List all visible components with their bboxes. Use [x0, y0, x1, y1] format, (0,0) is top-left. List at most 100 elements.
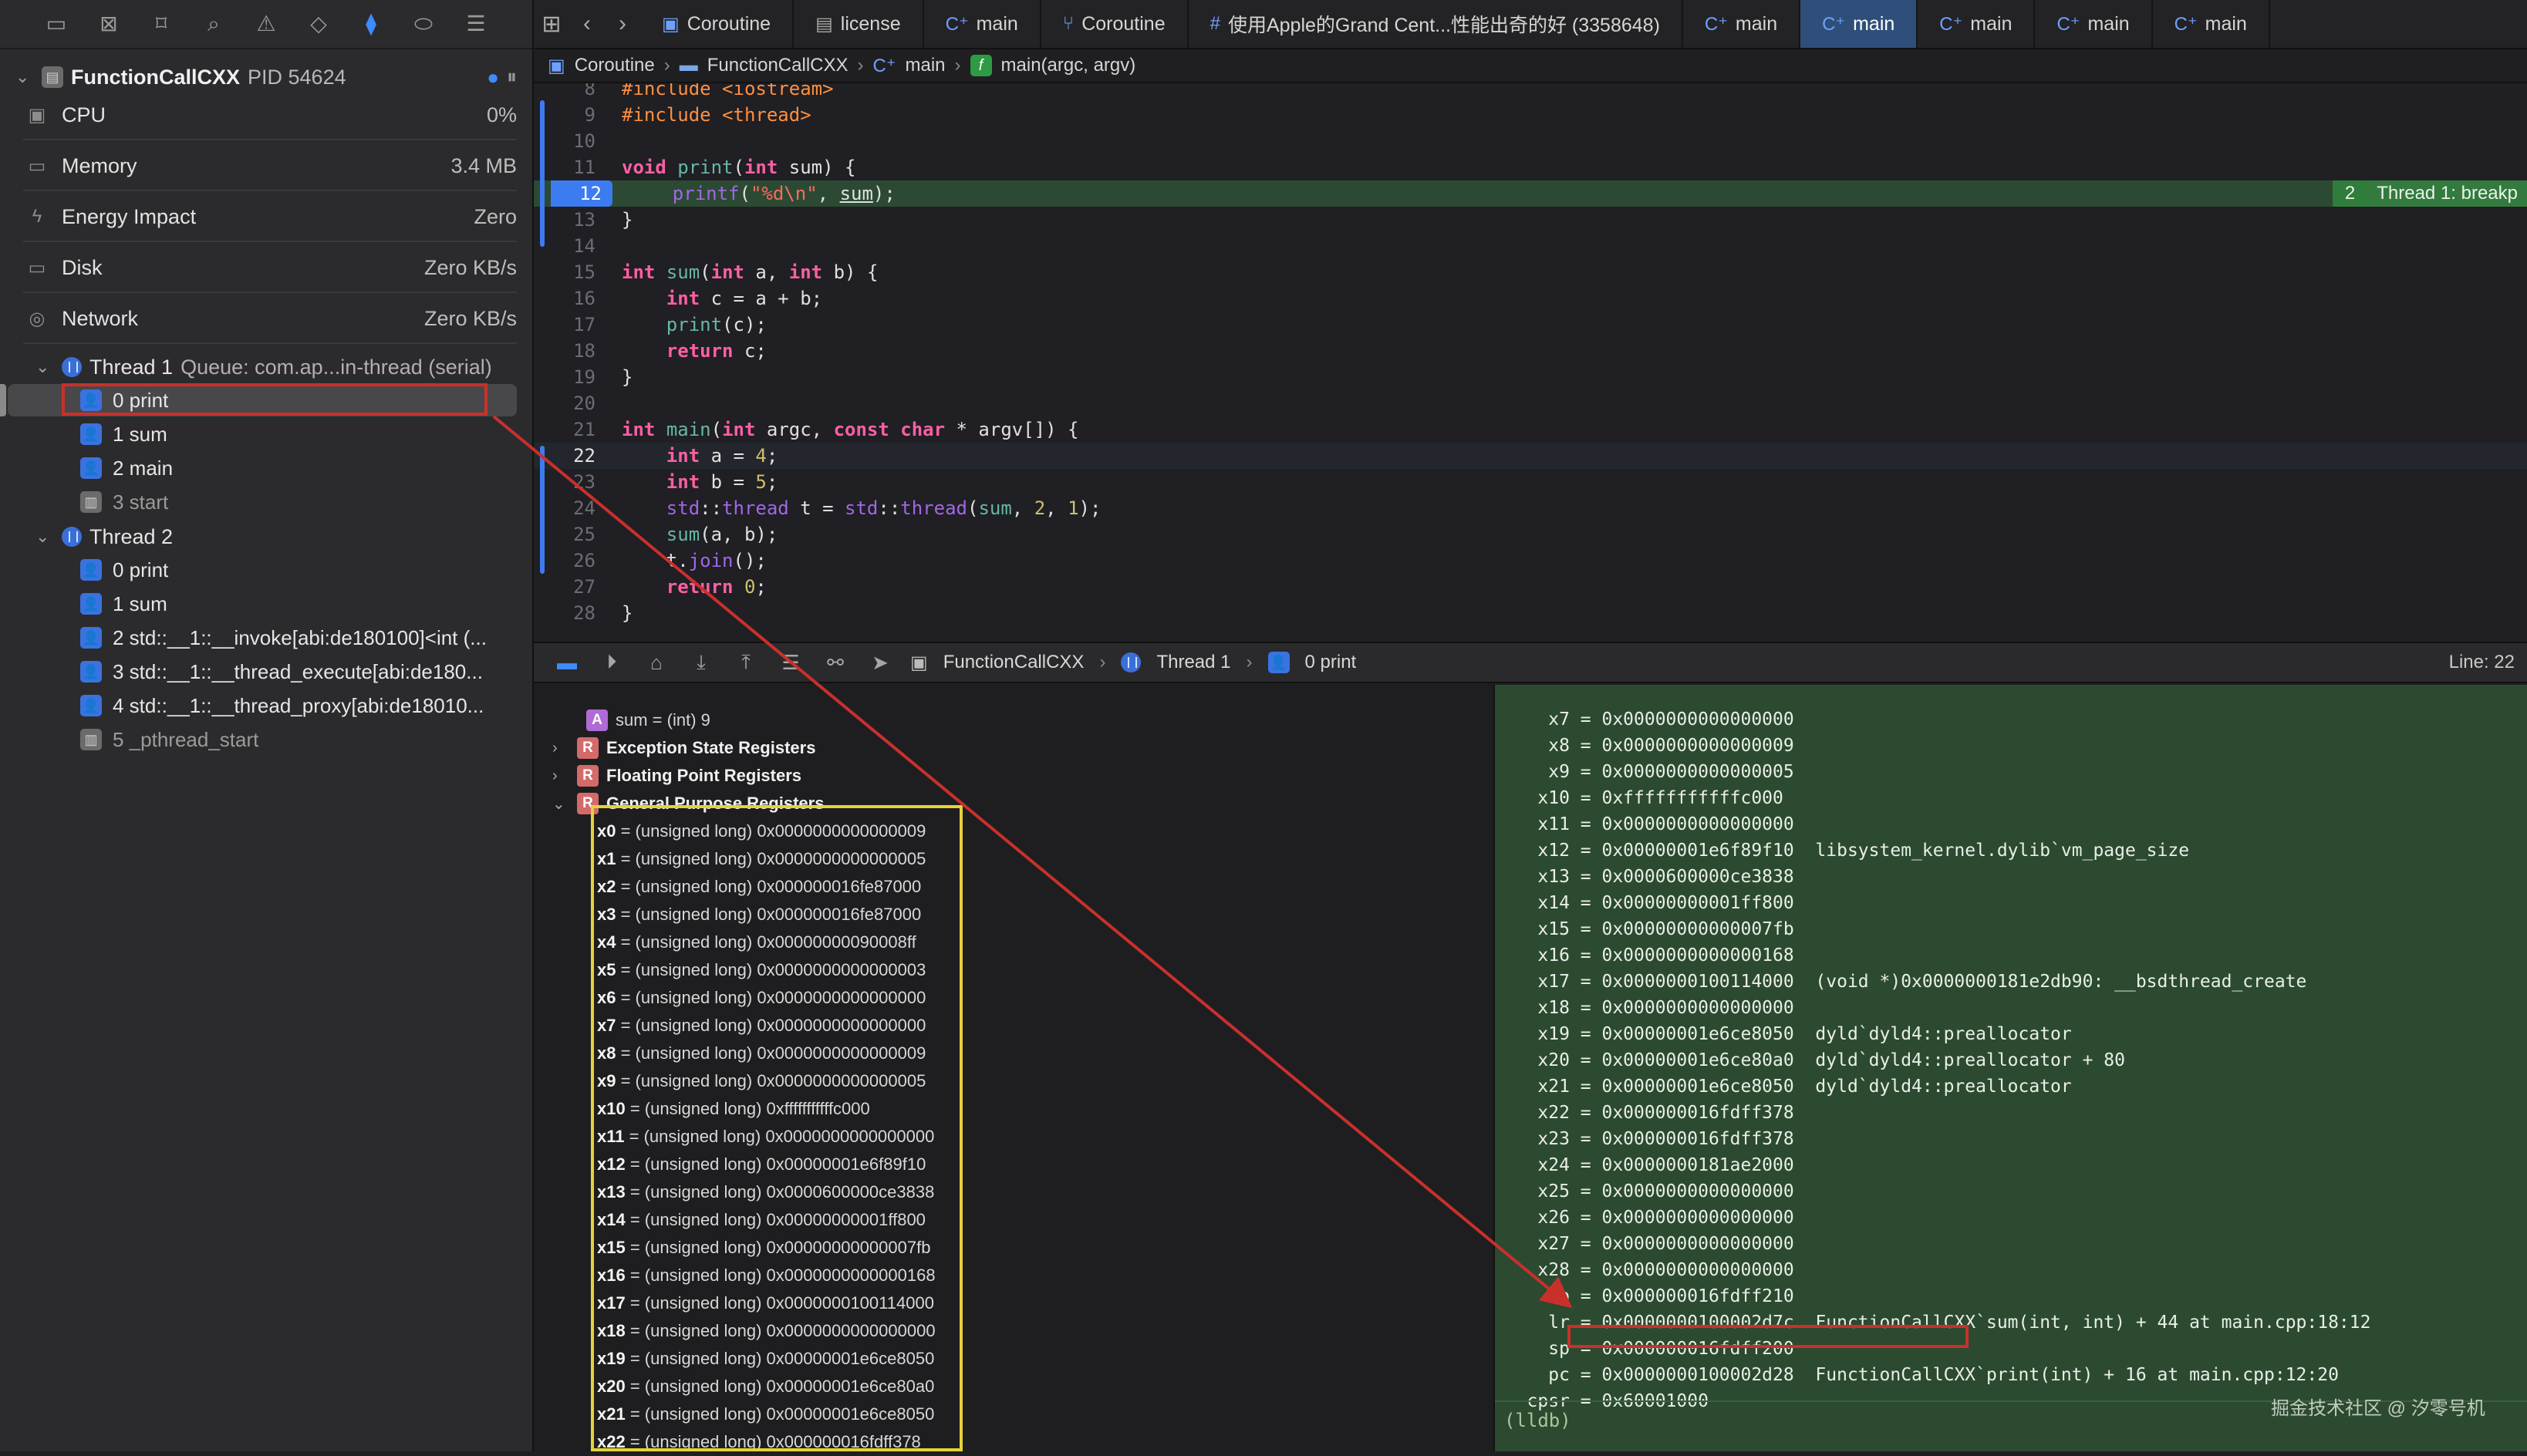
source-control-icon[interactable]: ⊠: [95, 10, 123, 38]
tab-gcd-article[interactable]: # 使用Apple的Grand Cent...性能出奇的好 (3358648): [1189, 0, 1683, 48]
console-line: x22 = 0x000000016fdff378: [1495, 1103, 1794, 1123]
jumpbar-file[interactable]: main: [906, 55, 946, 76]
thread-2-row[interactable]: ⌄ Thread 2: [35, 521, 173, 552]
console-line: x27 = 0x0000000000000000: [1495, 1234, 1794, 1254]
chevron-right-icon[interactable]: ›: [552, 767, 569, 785]
step-into-icon[interactable]: ⤓: [687, 650, 716, 675]
console-line: x12 = 0x00000001e6f89f10 libsystem_kerne…: [1495, 841, 2190, 861]
frame-t1-3[interactable]: ▥ 3 start: [80, 487, 512, 517]
frame-t1-1[interactable]: 👤 1 sum: [80, 419, 512, 450]
search-icon[interactable]: ⌕: [200, 10, 228, 38]
code-line: 28}: [573, 602, 633, 624]
warning-icon[interactable]: ⚠: [252, 10, 280, 38]
register-group-exception[interactable]: › R Exception State Registers: [552, 734, 815, 762]
forward-icon[interactable]: ›: [605, 11, 640, 37]
frame-t2-2[interactable]: 👤 2 std::__1::__invoke[abi:de180100]<int…: [80, 622, 512, 653]
watermark: 掘金技术社区 @ 汐零号机: [2271, 1398, 2485, 1419]
frame-t2-4[interactable]: 👤 4 std::__1::__thread_proxy[abi:de18010…: [80, 690, 512, 721]
gauge-disk[interactable]: ▭ Disk Zero KB/s: [23, 244, 517, 293]
frame-t1-2[interactable]: 👤 2 main: [80, 453, 512, 484]
toggle-debug-area-icon[interactable]: ▬: [552, 651, 582, 675]
jumpbar-project[interactable]: Coroutine: [575, 55, 655, 76]
report-icon[interactable]: ☰: [462, 10, 490, 38]
chevron-down-icon[interactable]: ⌄: [552, 794, 569, 814]
code-line: 17 print(c);: [573, 314, 767, 335]
tab-main-2[interactable]: C⁺ main: [1683, 0, 1801, 48]
console-line: x8 = 0x0000000000000009: [1495, 736, 1794, 756]
step-out-icon[interactable]: ⤒: [731, 650, 761, 675]
gauge-label: Memory: [62, 153, 137, 177]
step-over-icon[interactable]: ⌂: [642, 651, 671, 675]
debug-path-frame[interactable]: 0 print: [1305, 652, 1357, 673]
console-line: x15 = 0x00000000000007fb: [1495, 919, 1794, 939]
gauge-value: 3.4 MB: [450, 153, 517, 177]
breakpoint-icon[interactable]: ⬭: [410, 10, 437, 38]
frame-t2-5[interactable]: ▥ 5 _pthread_start: [80, 724, 512, 755]
view-hierarchy-icon[interactable]: ☰: [776, 651, 805, 675]
user-frame-icon: 👤: [80, 593, 102, 615]
thread-1-row[interactable]: ⌄ Thread 1 Queue: com.ap...in-thread (se…: [35, 352, 492, 383]
folder-icon[interactable]: ▭: [42, 10, 70, 38]
tab-main-1[interactable]: C⁺ main: [924, 0, 1041, 48]
process-row[interactable]: ⌄ ▤ FunctionCallCXX PID 54624 ● ⏸: [15, 62, 517, 93]
grid-icon[interactable]: ⊞: [534, 11, 569, 38]
back-icon[interactable]: ‹: [569, 11, 605, 37]
tab-label: main: [1735, 12, 1778, 35]
chevron-right-icon[interactable]: ›: [552, 740, 569, 757]
debug-icon[interactable]: ⧫: [357, 10, 385, 38]
gauge-cpu[interactable]: ▣ CPU 0%: [23, 91, 517, 140]
code-line: 26 t.join();: [573, 550, 767, 571]
gauge-energy[interactable]: ϟ Energy Impact Zero: [23, 193, 517, 242]
location-icon[interactable]: ➤: [865, 651, 895, 675]
memory-icon: ▭: [28, 155, 46, 177]
tab-main-3[interactable]: C⁺ main: [1918, 0, 2036, 48]
branch-icon: ⑂: [1062, 13, 1075, 34]
debug-path-thread[interactable]: Thread 1: [1156, 652, 1230, 673]
console-line: x7 = 0x0000000000000000: [1495, 709, 1794, 730]
chevron-down-icon[interactable]: ⌄: [15, 67, 34, 87]
continue-icon[interactable]: ⏵: [597, 650, 626, 675]
tab-license[interactable]: ▤ license: [794, 0, 924, 48]
source-editor[interactable]: 8 #include <iostream> 9 #include <thread> …: [534, 83, 2527, 640]
tab-coroutine-project[interactable]: ▣ Coroutine: [640, 0, 795, 48]
test-icon[interactable]: ◇: [305, 10, 332, 38]
console-line: x14 = 0x00000000001ff800: [1495, 893, 1794, 913]
console-line: x11 = 0x0000000000000000: [1495, 814, 1794, 834]
frame-t2-1[interactable]: 👤 1 sum: [80, 588, 512, 619]
gauge-memory[interactable]: ▭ Memory 3.4 MB: [23, 142, 517, 191]
jumpbar-target[interactable]: FunctionCallCXX: [707, 55, 849, 76]
tab-main-5[interactable]: C⁺ main: [2153, 0, 2270, 48]
tab-label: main: [1970, 12, 2012, 35]
debug-path-process[interactable]: FunctionCallCXX: [943, 652, 1085, 673]
disk-icon: ▭: [28, 257, 46, 278]
tab-main-active[interactable]: C⁺ main: [1800, 0, 1918, 48]
gauge-value: Zero KB/s: [423, 255, 517, 279]
jumpbar-symbol[interactable]: main(argc, argv): [1001, 55, 1136, 76]
debug-navigator: ▭ ⊠ ⌑ ⌕ ⚠ ◇ ⧫ ⬭ ☰ ⌄ ▤ FunctionCallCXX PI…: [0, 0, 534, 1451]
register-group-fp[interactable]: › R Floating Point Registers: [552, 762, 801, 790]
console-line: x13 = 0x0000600000ce3838: [1495, 867, 1794, 887]
frame-t2-0[interactable]: 👤 0 print: [80, 554, 512, 585]
chevron-down-icon[interactable]: ⌄: [35, 357, 54, 377]
app-icon: ▣: [910, 652, 928, 673]
pause-icon[interactable]: ⏸: [507, 65, 517, 89]
memory-graph-icon[interactable]: ⚯: [821, 651, 850, 675]
chevron-down-icon[interactable]: ⌄: [35, 527, 54, 547]
variable-sum[interactable]: A sum = (int) 9: [562, 706, 710, 734]
code-line: 25 sum(a, b);: [573, 524, 778, 545]
frame-t2-3[interactable]: 👤 3 std::__1::__thread_execute[abi:de180…: [80, 656, 512, 687]
info-icon[interactable]: ●: [487, 66, 499, 89]
code-line-current: 22 int a = 4;: [534, 443, 2527, 469]
chevron-right-icon: ›: [1099, 652, 1106, 672]
breakpoint-annotation[interactable]: 2 Thread 1: breakp: [2332, 180, 2527, 207]
gauge-network[interactable]: ◎ Network Zero KB/s: [23, 295, 517, 344]
lldb-prompt[interactable]: (lldb): [1504, 1410, 1571, 1431]
annotation-red-box-frame: [62, 383, 488, 416]
tab-label: Coroutine: [687, 12, 771, 35]
code-line: 11 void print(int sum) {: [573, 157, 856, 178]
tab-main-4[interactable]: C⁺ main: [2035, 0, 2153, 48]
tab-coroutine-branch[interactable]: ⑂ Coroutine: [1041, 0, 1189, 48]
annotation-yellow-box-registers: [591, 805, 963, 1451]
debug-bar: ▬ ⏵ ⌂ ⤓ ⤒ ☰ ⚯ ➤ ▣ FunctionCallCXX › Thre…: [534, 642, 2527, 683]
bookmark-icon[interactable]: ⌑: [147, 10, 175, 38]
